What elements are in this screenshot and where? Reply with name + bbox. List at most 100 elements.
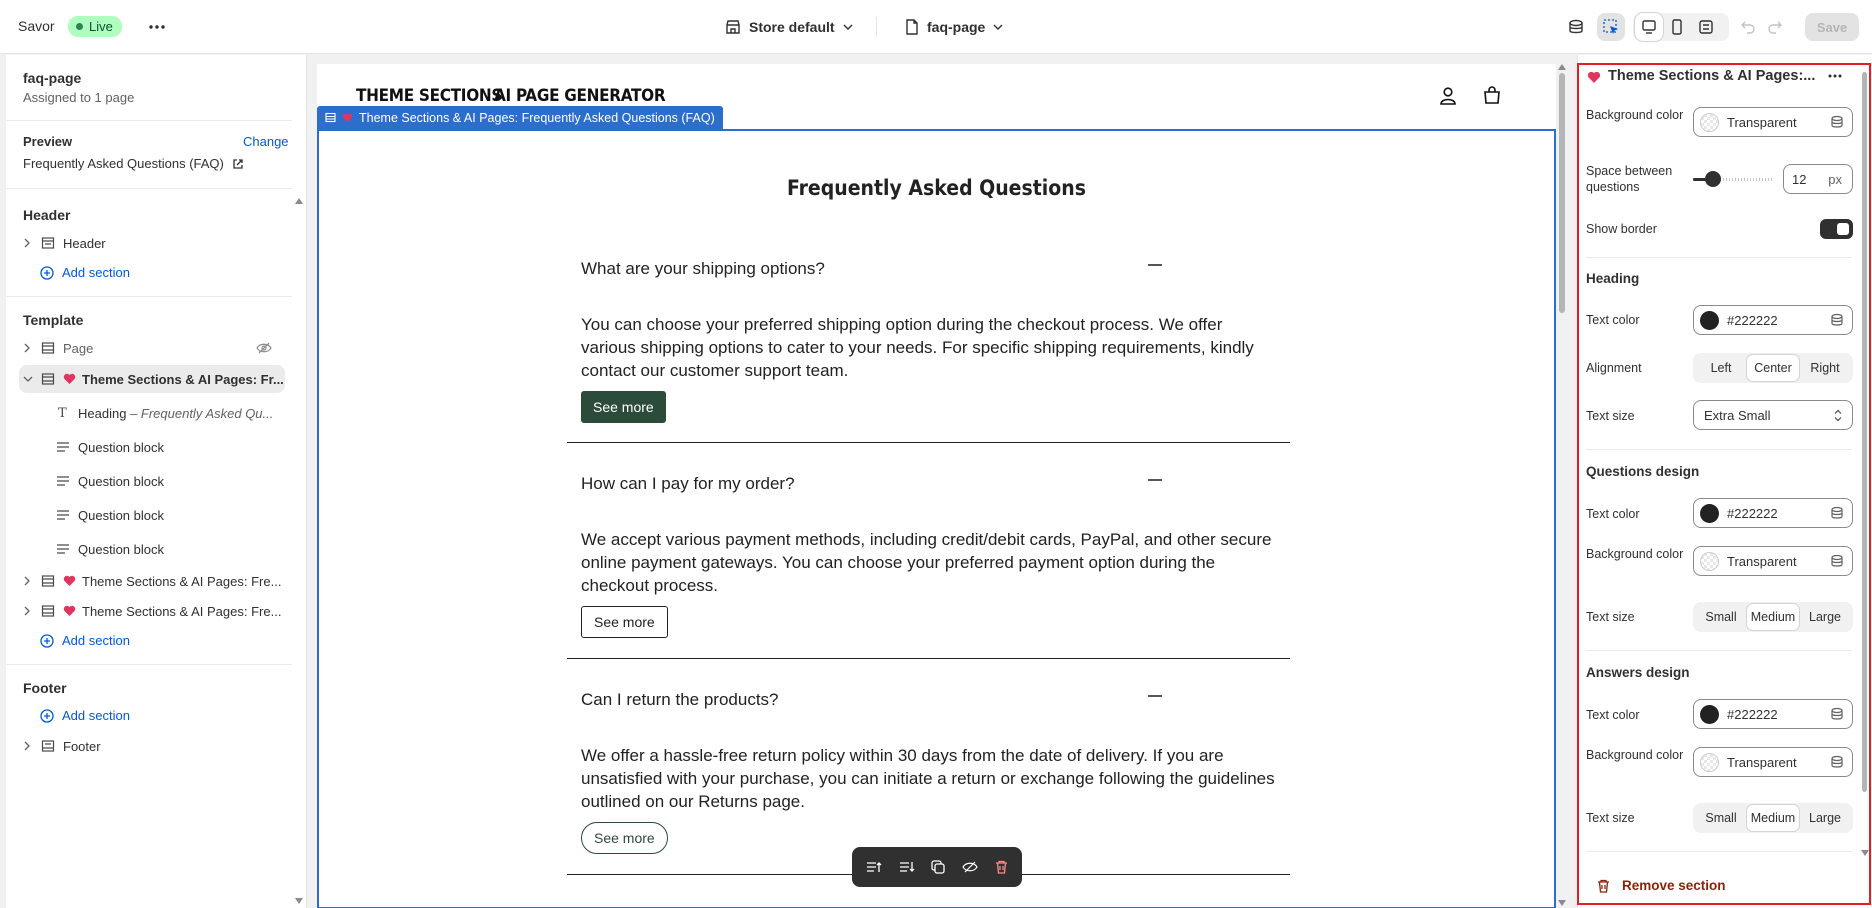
template-selector[interactable]: faq-page xyxy=(905,15,1003,39)
theme-selector[interactable]: Store default xyxy=(725,15,853,39)
alignment-left-option[interactable]: Left xyxy=(1695,355,1747,381)
background-color-picker[interactable]: Transparent xyxy=(1693,107,1853,137)
ellipsis-icon xyxy=(149,25,165,29)
move-up-icon[interactable] xyxy=(866,860,882,874)
scroll-up-icon[interactable] xyxy=(294,197,304,205)
slider-thumb[interactable] xyxy=(1705,171,1721,187)
dynamic-source-icon[interactable] xyxy=(1830,313,1844,327)
see-more-button[interactable]: See more xyxy=(581,606,668,638)
mobile-view-button[interactable] xyxy=(1663,13,1691,41)
redo-button[interactable] xyxy=(1761,13,1789,41)
see-more-button[interactable]: See more xyxy=(581,391,666,423)
add-section-header-button[interactable]: Add section xyxy=(40,265,130,280)
show-border-toggle[interactable] xyxy=(1820,219,1853,239)
space-input[interactable]: 12 px xyxy=(1783,164,1853,194)
sidebar-item-page[interactable]: Page xyxy=(6,333,296,363)
app-embeds-button[interactable] xyxy=(1562,13,1590,41)
color-swatch xyxy=(1700,503,1719,523)
sidebar-item-label: Heading xyxy=(78,405,127,421)
dynamic-source-icon[interactable] xyxy=(1830,115,1844,129)
sidebar-item-selected-section[interactable]: Theme Sections & AI Pages: Fr... xyxy=(6,364,296,394)
logo-left[interactable]: THEME SECTIONS xyxy=(356,86,502,106)
change-preview-link[interactable]: Change xyxy=(243,134,289,149)
eye-hidden-icon[interactable] xyxy=(256,341,272,355)
answers-bg-picker[interactable]: Transparent xyxy=(1693,747,1853,777)
store-name[interactable]: Savor xyxy=(18,18,55,34)
eye-hidden-icon[interactable] xyxy=(962,860,978,874)
sidebar-item-section[interactable]: Theme Sections & AI Pages: Fre... xyxy=(6,596,296,626)
collapse-icon[interactable] xyxy=(1148,479,1162,481)
color-swatch xyxy=(1700,112,1719,132)
save-button[interactable]: Save xyxy=(1805,13,1859,41)
preview-scrollbar[interactable] xyxy=(1558,64,1566,908)
panel-more-button[interactable] xyxy=(1821,62,1849,90)
section-icon xyxy=(41,605,55,617)
sidebar-item-section[interactable]: Theme Sections & AI Pages: Fre... xyxy=(6,566,296,596)
sidebar-item-header[interactable]: Header xyxy=(6,228,296,258)
move-down-icon[interactable] xyxy=(899,860,915,874)
answers-text-color-picker[interactable]: #222222 xyxy=(1693,699,1853,729)
sidebar-item-label: Question block xyxy=(78,541,164,557)
size-medium-option[interactable]: Medium xyxy=(1747,805,1799,831)
dynamic-source-icon[interactable] xyxy=(1830,554,1844,568)
section-icon xyxy=(41,237,55,249)
sidebar-item-footer[interactable]: Footer xyxy=(6,731,296,761)
answers-bg-label: Background color xyxy=(1586,748,1684,762)
sidebar-item-question-block[interactable]: Question block xyxy=(6,534,296,564)
heading-text-color-picker[interactable]: #222222 xyxy=(1693,305,1853,335)
size-large-option[interactable]: Large xyxy=(1799,604,1851,630)
fullscreen-view-button[interactable] xyxy=(1692,13,1720,41)
collapse-icon[interactable] xyxy=(1148,264,1162,266)
add-section-template-button[interactable]: Add section xyxy=(40,633,130,648)
heading-text-size-select[interactable]: Extra Small xyxy=(1693,400,1853,430)
questions-text-color-picker[interactable]: #222222 xyxy=(1693,498,1853,528)
scroll-down-icon[interactable] xyxy=(1861,850,1869,856)
scrollbar-thumb[interactable] xyxy=(1559,73,1565,313)
faq-question[interactable]: What are your shipping options? xyxy=(581,259,825,279)
header-group-title: Header xyxy=(23,207,71,223)
scroll-down-icon[interactable] xyxy=(294,897,304,905)
more-actions-button[interactable] xyxy=(143,13,171,41)
faq-question[interactable]: Can I return the products? xyxy=(581,690,779,710)
dynamic-source-icon[interactable] xyxy=(1830,755,1844,769)
account-icon[interactable] xyxy=(1440,87,1456,105)
duplicate-icon[interactable] xyxy=(931,860,946,874)
dynamic-source-icon[interactable] xyxy=(1830,506,1844,520)
size-medium-option[interactable]: Medium xyxy=(1747,604,1799,630)
dynamic-source-icon[interactable] xyxy=(1830,707,1844,721)
alignment-center-option[interactable]: Center xyxy=(1747,355,1799,381)
scroll-up-icon[interactable] xyxy=(1558,64,1566,70)
panel-scrollbar-thumb[interactable] xyxy=(1862,72,1867,792)
add-section-footer-button[interactable]: Add section xyxy=(40,708,130,723)
collapse-icon[interactable] xyxy=(1148,695,1162,697)
size-small-option[interactable]: Small xyxy=(1695,604,1747,630)
sidebar-item-question-block[interactable]: Question block xyxy=(6,500,296,530)
trash-icon[interactable] xyxy=(995,860,1008,874)
heart-icon xyxy=(63,373,76,384)
alignment-right-option[interactable]: Right xyxy=(1799,355,1851,381)
section-tag[interactable]: Theme Sections & AI Pages: Frequently As… xyxy=(317,106,723,129)
sidebar-item-heading-block[interactable]: T Heading – Frequently Asked Qu... xyxy=(6,398,296,428)
desktop-view-button[interactable] xyxy=(1635,13,1663,41)
questions-bg-picker[interactable]: Transparent xyxy=(1693,546,1853,576)
divider xyxy=(6,664,292,665)
inspector-toggle-button[interactable] xyxy=(1597,13,1625,41)
scroll-down-icon[interactable] xyxy=(1558,900,1566,906)
size-small-option[interactable]: Small xyxy=(1695,805,1747,831)
size-large-option[interactable]: Large xyxy=(1799,805,1851,831)
undo-button[interactable] xyxy=(1734,13,1762,41)
preview-page-link[interactable]: Frequently Asked Questions (FAQ) xyxy=(23,156,244,171)
remove-section-button[interactable]: Remove section xyxy=(1597,878,1726,893)
faq-question[interactable]: How can I pay for my order? xyxy=(581,474,795,494)
divider xyxy=(6,188,292,189)
color-value: Transparent xyxy=(1727,553,1797,569)
see-more-button[interactable]: See more xyxy=(581,822,668,854)
sidebar-item-question-block[interactable]: Question block xyxy=(6,432,296,462)
logo-right[interactable]: AI PAGE GENERATOR xyxy=(494,86,666,106)
chevron-right-icon xyxy=(24,741,30,751)
background-color-label: Background color xyxy=(1586,108,1684,122)
cart-icon[interactable] xyxy=(1483,86,1501,104)
text-lines-icon xyxy=(57,544,69,554)
alignment-label: Alignment xyxy=(1586,361,1642,375)
sidebar-item-question-block[interactable]: Question block xyxy=(6,466,296,496)
